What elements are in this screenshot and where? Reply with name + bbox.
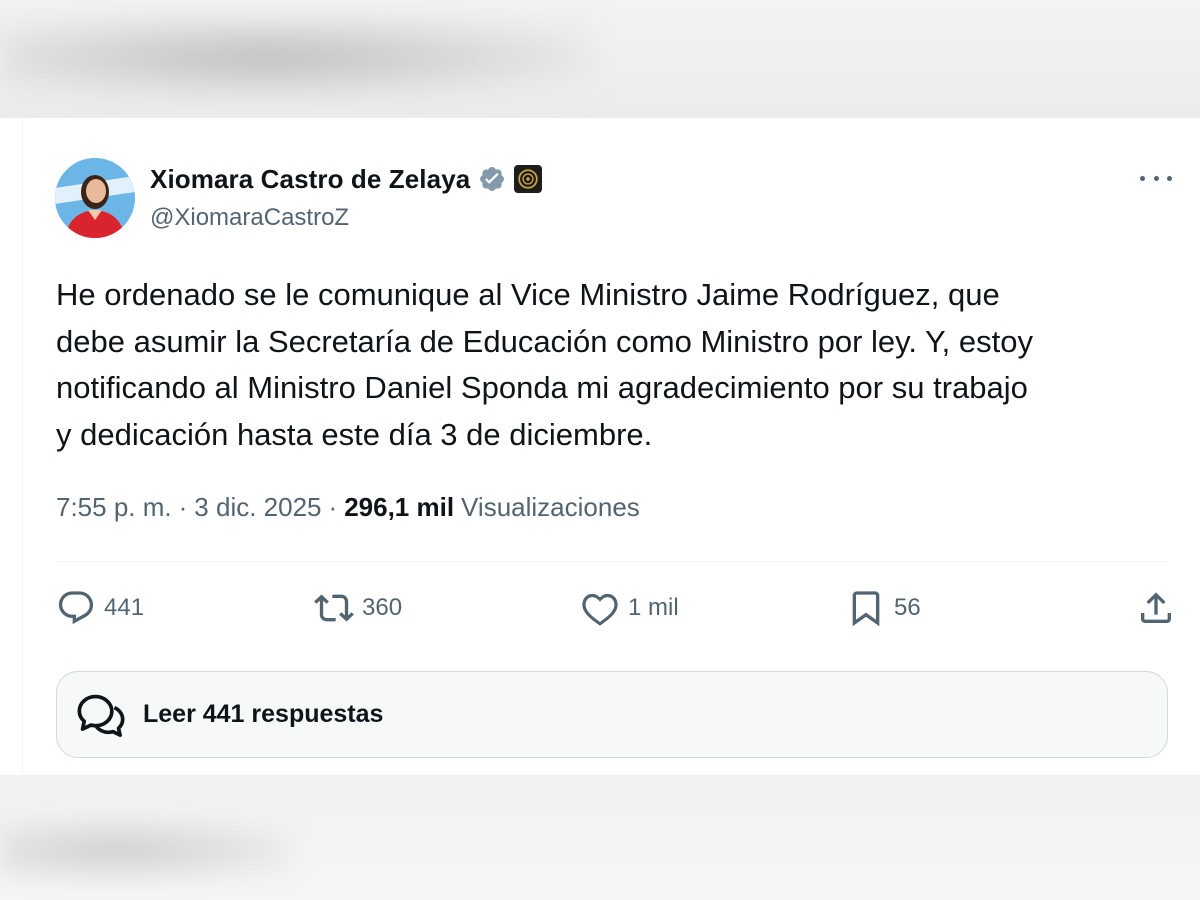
more-dot	[1140, 175, 1145, 181]
chat-bubbles-icon	[77, 694, 125, 737]
views-label: Visualizaciones	[461, 492, 640, 522]
tweet-time[interactable]: 7:55 p. m.	[56, 492, 172, 523]
retweet-count: 360	[362, 594, 403, 621]
heart-icon	[582, 593, 618, 626]
blurred-footer-background	[0, 775, 1200, 900]
bookmark-count: 56	[894, 594, 921, 621]
display-name[interactable]: Xiomara Castro de Zelaya	[150, 164, 470, 195]
share-button[interactable]	[1136, 586, 1176, 630]
blurred-header-background	[0, 0, 1200, 118]
more-horizontal-icon[interactable]	[1140, 168, 1172, 188]
more-dot	[1167, 175, 1172, 181]
government-seal-icon[interactable]	[514, 165, 543, 193]
more-dot	[1153, 175, 1159, 181]
divider	[56, 561, 1168, 562]
bookmark-button[interactable]: 56	[846, 586, 921, 630]
tweet-text: He ordenado se le comunique al Vice Mini…	[56, 277, 1033, 452]
tweet-card: Xiomara Castro de Zelaya @XiomaraCastroZ…	[22, 118, 1200, 775]
action-bar: 441 360 1 mil 56	[56, 586, 1171, 630]
author-name-row: Xiomara Castro de Zelaya	[150, 162, 543, 196]
reply-count: 441	[104, 594, 145, 621]
verified-badge-icon[interactable]	[478, 165, 506, 193]
retweet-icon	[314, 594, 354, 622]
share-icon	[1141, 592, 1171, 623]
views-count: 296,1 mil	[344, 492, 455, 522]
like-count: 1 mil	[628, 594, 679, 621]
tweet-metadata: 7:55 p. m. · 3 dic. 2025 · 296,1 mil Vis…	[56, 492, 640, 523]
reply-button[interactable]: 441	[56, 586, 144, 630]
tweet-date[interactable]: 3 dic. 2025	[194, 492, 321, 523]
avatar[interactable]	[55, 158, 135, 238]
read-replies-label: Leer 441 respuestas	[143, 700, 384, 728]
retweet-button[interactable]: 360	[314, 586, 402, 630]
meta-separator: ·	[178, 492, 188, 522]
author-handle[interactable]: @XiomaraCastroZ	[150, 204, 349, 232]
reply-bubble-icon	[58, 591, 94, 625]
read-replies-button[interactable]: Leer 441 respuestas	[56, 671, 1168, 758]
like-button[interactable]: 1 mil	[580, 586, 679, 630]
bookmark-icon	[852, 591, 880, 627]
meta-separator: ·	[328, 492, 338, 522]
avatar-image	[55, 158, 135, 238]
